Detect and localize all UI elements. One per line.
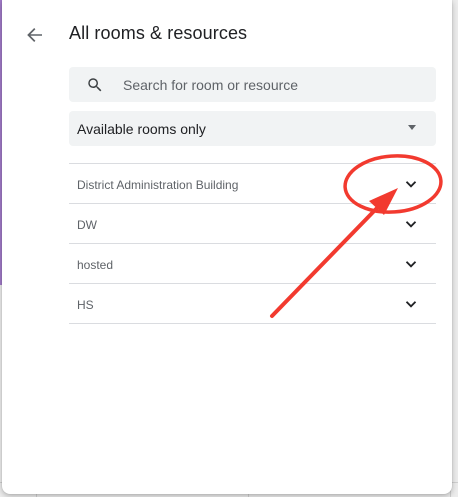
back-button[interactable] — [22, 22, 48, 48]
rooms-resources-panel: All rooms & resources Available rooms on… — [2, 0, 452, 494]
search-icon — [88, 78, 102, 92]
dropdown-arrow-icon — [408, 125, 416, 130]
availability-filter-dropdown[interactable]: Available rooms only — [69, 111, 436, 146]
room-group-label: hosted — [77, 258, 114, 272]
arrow-back-icon — [27, 28, 42, 42]
room-group-hs[interactable]: HS — [69, 284, 436, 324]
room-group-label: DW — [77, 218, 97, 232]
room-group-label: District Administration Building — [77, 178, 239, 192]
chevron-down-icon[interactable] — [404, 177, 418, 191]
chevron-down-icon[interactable] — [404, 217, 418, 231]
search-input[interactable] — [123, 67, 423, 102]
chevron-down-icon[interactable] — [404, 257, 418, 271]
room-group-label: HS — [77, 298, 94, 312]
room-group-hosted[interactable]: hosted — [69, 244, 436, 284]
room-group-list: District Administration Building DW host… — [69, 163, 436, 324]
page-title: All rooms & resources — [69, 23, 248, 43]
search-box[interactable] — [69, 67, 436, 102]
room-group-district-administration-building[interactable]: District Administration Building — [69, 164, 436, 204]
room-group-dw[interactable]: DW — [69, 204, 436, 244]
filter-selected-value: Available rooms only — [77, 121, 206, 137]
chevron-down-icon[interactable] — [404, 297, 418, 311]
